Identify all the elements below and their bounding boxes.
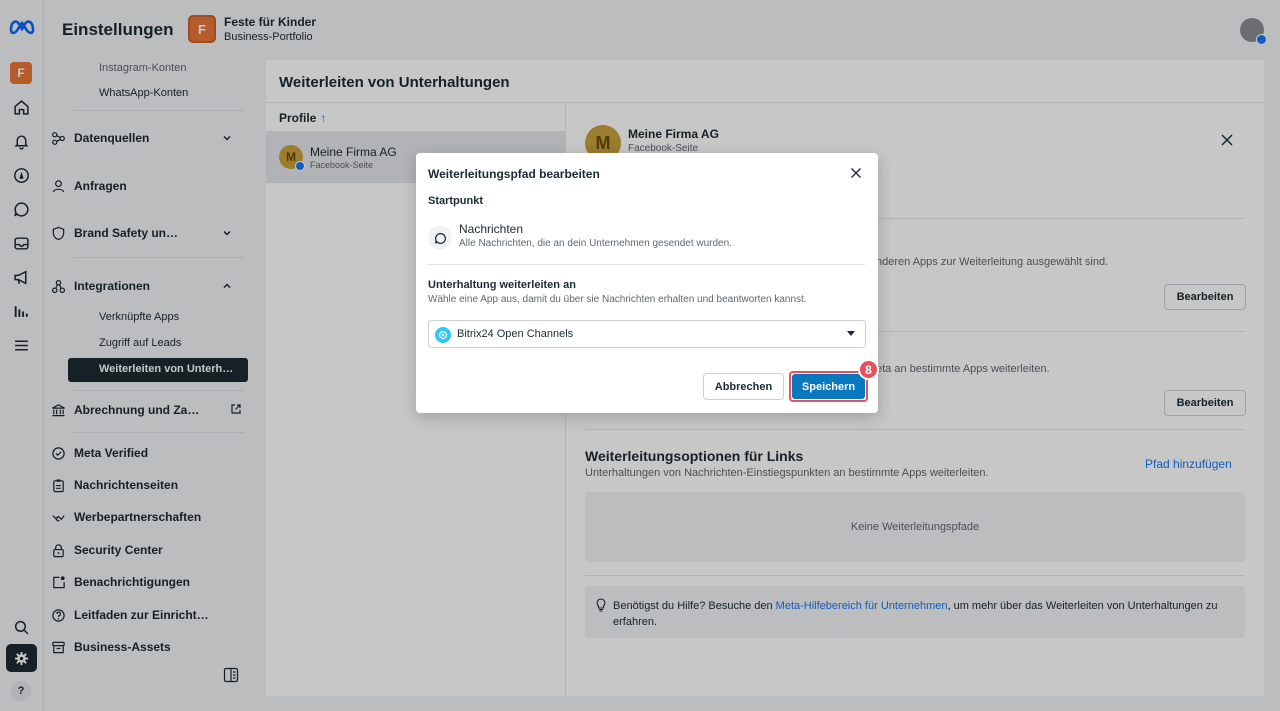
edit-routing-dialog: Weiterleitungspfad bearbeiten Startpunkt… [416, 153, 879, 413]
forward-to-description: Wähle eine App aus, damit du über sie Na… [428, 294, 807, 305]
save-button[interactable]: Speichern [792, 374, 865, 399]
message-bubble-icon [428, 226, 452, 250]
dialog-title: Weiterleitungspfad bearbeiten [428, 167, 600, 181]
step-badge: 8 [858, 359, 879, 380]
app-select[interactable]: Bitrix24 Open Channels [428, 320, 866, 348]
caret-down-icon [847, 331, 855, 336]
cancel-button[interactable]: Abbrechen [703, 373, 784, 400]
forward-to-label: Unterhaltung weiterleiten an [428, 279, 576, 291]
start-point-label: Startpunkt [428, 195, 483, 207]
save-button-highlight: Speichern [789, 371, 868, 402]
selected-app: Bitrix24 Open Channels [457, 328, 574, 340]
bitrix24-icon [435, 327, 451, 343]
start-point-title: Nachrichten [459, 222, 524, 236]
start-point-description: Alle Nachrichten, die an dein Unternehme… [459, 238, 732, 249]
close-icon[interactable] [850, 167, 862, 179]
divider [428, 264, 865, 265]
